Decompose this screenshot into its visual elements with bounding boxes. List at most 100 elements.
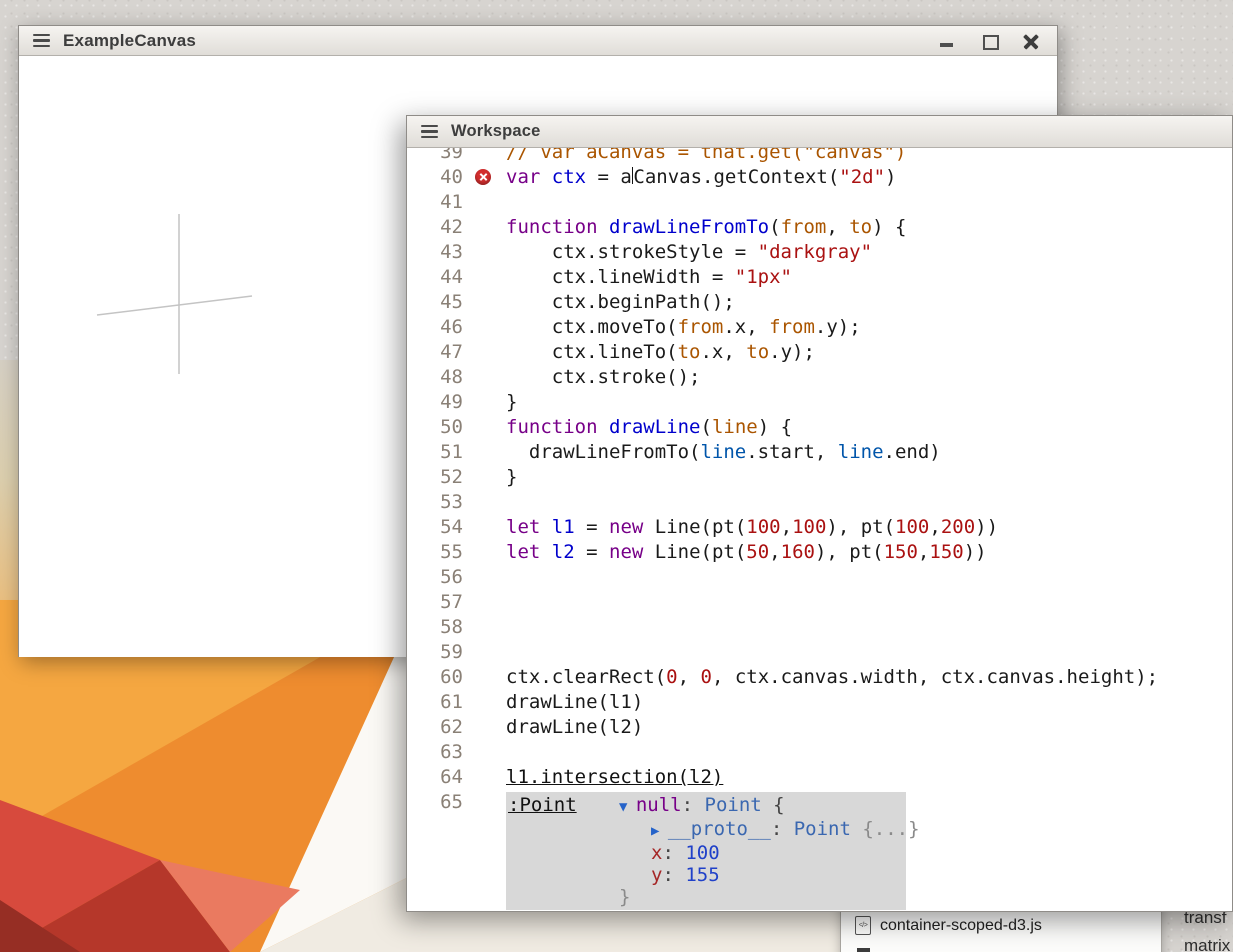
hamburger-menu-icon[interactable] [421,125,438,139]
code-line-58[interactable]: 58 [407,615,1232,640]
collapsed-arrow-icon[interactable]: ▶ [651,823,668,839]
code-text[interactable]: // var aCanvas = that.get("canvas") [506,148,1232,165]
code-line-62[interactable]: 62 drawLine(l2) [407,715,1232,740]
code-text[interactable]: ctx.stroke(); [506,365,1232,390]
line-number: 52 [407,465,463,490]
line-number: 62 [407,715,463,740]
code-text[interactable]: let l2 = new Line(pt(50,160), pt(150,150… [506,540,1232,565]
code-editor[interactable]: 39 // var aCanvas = that.get("canvas") 40 v… [407,148,1232,911]
code-lines: 39 // var aCanvas = that.get("canvas") 40 v… [407,148,1232,910]
gutter-icon-slot [463,340,506,365]
code-text[interactable]: ctx.moveTo(from.x, from.y); [506,315,1232,340]
code-text[interactable]: function drawLine(line) { [506,415,1232,440]
inspector-row[interactable]: y: 155 [619,864,920,886]
code-line-41[interactable]: 41 [407,190,1232,215]
code-line-49[interactable]: 49} [407,390,1232,415]
code-text[interactable]: ctx.clearRect(0, 0, ctx.canvas.width, ct… [506,665,1232,690]
code-text[interactable] [506,190,1232,215]
expanded-arrow-icon[interactable]: ▼ [619,799,636,815]
code-line-60[interactable]: 60 ctx.clearRect(0, 0, ctx.canvas.width, … [407,665,1232,690]
code-line-42[interactable]: 42function drawLineFromTo(from, to) { [407,215,1232,240]
workspace-title: Workspace [451,122,541,141]
line-number: 55 [407,540,463,565]
inspector-row[interactable]: ▶ __proto__: Point {...} [619,818,920,842]
code-line-63[interactable]: 63 [407,740,1232,765]
code-text[interactable]: ctx.strokeStyle = "darkgray" [506,240,1232,265]
code-text[interactable]: drawLineFromTo(line.start, line.end) [506,440,1232,465]
code-text[interactable]: ctx.beginPath(); [506,290,1232,315]
code-text[interactable]: ctx.lineWidth = "1px" [506,265,1232,290]
line-number: 56 [407,565,463,590]
error-marker-icon[interactable] [475,169,491,185]
code-text[interactable]: :Point▼ null: Point {▶ __proto__: Point … [506,790,1232,910]
code-text[interactable]: function drawLineFromTo(from, to) { [506,215,1232,240]
gutter-icon-slot [463,515,506,540]
code-line-39[interactable]: 39 // var aCanvas = that.get("canvas") [407,148,1232,165]
code-line-55[interactable]: 55 let l2 = new Line(pt(50,160), pt(150,1… [407,540,1232,565]
minimize-button[interactable] [939,33,955,49]
gutter-icon-slot [463,315,506,340]
code-line-43[interactable]: 43 ctx.strokeStyle = "darkgray" [407,240,1232,265]
code-line-47[interactable]: 47 ctx.lineTo(to.x, to.y); [407,340,1232,365]
line-number: 39 [407,148,463,165]
line-number: 51 [407,440,463,465]
code-line-45[interactable]: 45 ctx.beginPath(); [407,290,1232,315]
gutter-icon-slot [463,790,506,910]
file-list-item[interactable]: container-scoped-d3.js [855,916,1149,935]
code-text[interactable] [506,740,1232,765]
code-text[interactable] [506,640,1232,665]
code-text[interactable]: } [506,390,1232,415]
code-text[interactable] [506,615,1232,640]
code-text[interactable] [506,565,1232,590]
maximize-button[interactable] [981,33,997,49]
code-line-64[interactable]: 64l1.intersection(l2) [407,765,1232,790]
code-line-54[interactable]: 54let l1 = new Line(pt(100,100), pt(100,… [407,515,1232,540]
code-line-40[interactable]: 40 var ctx = aCanvas.getContext("2d") [407,165,1232,190]
code-text[interactable]: drawLine(l1) [506,690,1232,715]
desktop: ExampleCanvas Workspace 39 // var aCanvas… [0,0,1233,952]
code-text[interactable]: var ctx = aCanvas.getContext("2d") [506,165,1232,190]
code-text[interactable]: l1.intersection(l2) [506,765,1232,790]
line-number: 60 [407,665,463,690]
code-line-61[interactable]: 61drawLine(l1) [407,690,1232,715]
eval-result-type-label[interactable]: :Point [506,794,619,908]
line-number: 65 [407,790,463,910]
example-canvas-titlebar[interactable]: ExampleCanvas [19,26,1057,56]
gutter-icon-slot [463,148,506,165]
close-button[interactable] [1023,33,1039,49]
line-number: 48 [407,365,463,390]
gutter-icon-slot [463,640,506,665]
gutter-icon-slot [463,490,506,515]
code-line-57[interactable]: 57 [407,590,1232,615]
code-text[interactable] [506,590,1232,615]
code-text[interactable]: drawLine(l2) [506,715,1232,740]
inspector-row[interactable]: ▼ null: Point { [619,794,920,818]
code-line-46[interactable]: 46 ctx.moveTo(from.x, from.y); [407,315,1232,340]
code-text[interactable] [506,490,1232,515]
file-name: container-scoped-d3.js [880,917,1042,935]
gutter-icon-slot [463,565,506,590]
code-text[interactable]: let l1 = new Line(pt(100,100), pt(100,20… [506,515,1232,540]
gutter-icon-slot [463,365,506,390]
code-line-51[interactable]: 51 drawLineFromTo(line.start, line.end) [407,440,1232,465]
line-number: 40 [407,165,463,190]
example-canvas-title: ExampleCanvas [63,31,196,51]
eval-result-widget[interactable]: :Point▼ null: Point {▶ __proto__: Point … [506,792,906,910]
inspector-row[interactable]: x: 100 [619,842,920,864]
hamburger-menu-icon[interactable] [33,34,50,48]
code-line-65[interactable]: 65 :Point▼ null: Point {▶ __proto__: Poin… [407,790,1232,910]
code-line-59[interactable]: 59 [407,640,1232,665]
code-line-52[interactable]: 52} [407,465,1232,490]
code-line-53[interactable]: 53 [407,490,1232,515]
code-text[interactable]: } [506,465,1232,490]
code-line-50[interactable]: 50function drawLine(line) { [407,415,1232,440]
code-line-48[interactable]: 48 ctx.stroke(); [407,365,1232,390]
window-controls [939,33,1043,49]
line-number: 53 [407,490,463,515]
workspace-titlebar[interactable]: Workspace [407,116,1232,148]
code-text[interactable]: ctx.lineTo(to.x, to.y); [506,340,1232,365]
inspector-row[interactable]: } [619,886,920,908]
line-number: 63 [407,740,463,765]
code-line-56[interactable]: 56 [407,565,1232,590]
code-line-44[interactable]: 44 ctx.lineWidth = "1px" [407,265,1232,290]
